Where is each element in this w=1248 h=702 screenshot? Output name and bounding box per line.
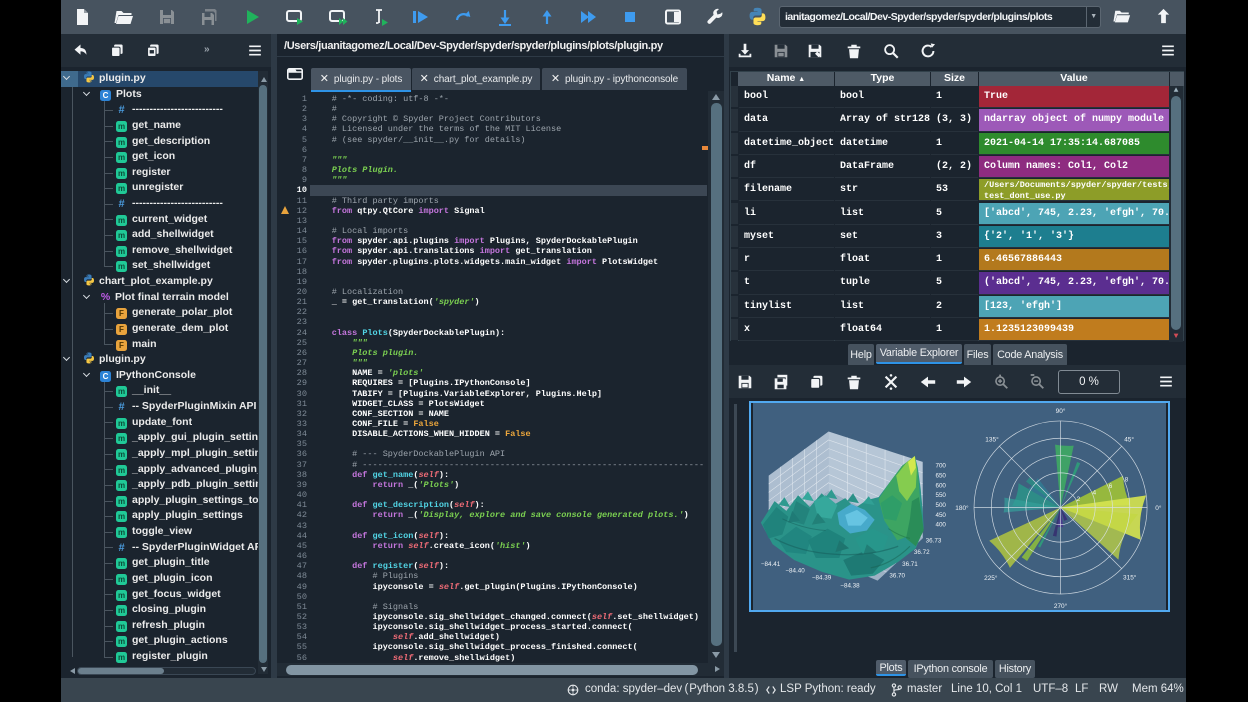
svg-text:600: 600 [935,482,946,489]
svg-text:6: 6 [1109,483,1113,490]
svg-text:36.72: 36.72 [914,549,930,556]
svg-text:700: 700 [935,463,946,470]
svg-text:500: 500 [935,502,946,509]
svg-text:36.73: 36.73 [926,537,942,544]
svg-text:−84.38: −84.38 [840,582,860,589]
svg-text:2: 2 [1077,496,1081,503]
svg-text:−84.40: −84.40 [785,568,805,575]
svg-text:270°: 270° [1054,602,1068,610]
svg-text:450: 450 [935,512,946,519]
svg-text:4: 4 [1093,490,1097,497]
svg-text:90°: 90° [1056,407,1066,415]
svg-text:45°: 45° [1124,436,1134,444]
svg-text:8: 8 [1125,477,1129,484]
svg-text:−84.41: −84.41 [761,561,781,568]
svg-text:650: 650 [935,473,946,480]
svg-text:135°: 135° [985,436,999,444]
svg-text:36.71: 36.71 [902,561,918,568]
svg-text:−84.39: −84.39 [812,575,832,582]
svg-text:0°: 0° [1155,504,1162,512]
svg-text:225°: 225° [984,574,998,582]
svg-text:400: 400 [935,522,946,529]
svg-text:550: 550 [935,492,946,499]
svg-text:180°: 180° [955,504,969,512]
svg-text:36.70: 36.70 [889,573,905,580]
svg-text:315°: 315° [1123,573,1137,581]
